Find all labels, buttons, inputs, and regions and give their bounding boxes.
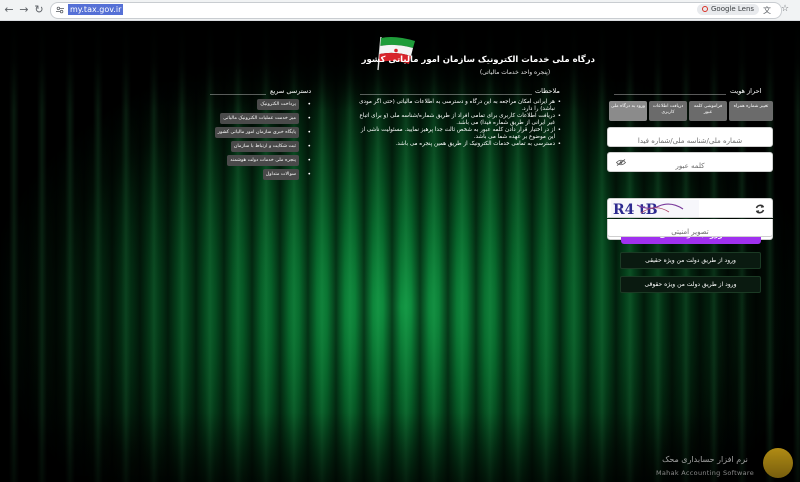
bullet-icon: •: [307, 171, 311, 178]
quick-link-service-desk[interactable]: میز خدمت عملیات الکترونیک مالیاتی: [220, 113, 299, 124]
quick-link-payment[interactable]: پرداخت الکترونیک: [257, 99, 299, 110]
captcha-input-field[interactable]: [607, 219, 773, 241]
back-arrow-icon[interactable]: ←: [2, 3, 16, 17]
reload-icon[interactable]: ↻: [32, 3, 46, 17]
page-background: درگاه ملی خدمات الکترونیک سازمان امور ما…: [0, 21, 800, 482]
quick-access-heading-rule: [210, 94, 266, 95]
tab-get-user-info[interactable]: دریافت اطلاعات کاربری: [649, 101, 687, 121]
login-real-person-button[interactable]: ورود از طریق دولت من ویژه حقیقی: [620, 252, 761, 269]
captcha-input[interactable]: [608, 223, 772, 241]
quick-access-heading: دسترسی سریع: [270, 87, 312, 95]
mahak-logo-icon: [763, 448, 793, 478]
tab-login-national[interactable]: ورود به درگاه ملی: [609, 101, 647, 121]
google-lens-chip[interactable]: Google Lens: [697, 4, 760, 15]
quick-access-item: • پرداخت الکترونیک: [208, 99, 311, 112]
iran-flag-icon: [377, 36, 415, 71]
page-content: درگاه ملی خدمات الکترونیک سازمان امور ما…: [0, 21, 800, 482]
url-text[interactable]: my.tax.gov.ir: [68, 4, 124, 15]
password-field[interactable]: [607, 152, 773, 175]
quick-access-list: • پرداخت الکترونیک • میز خدمت عملیات الکتر…: [208, 99, 311, 183]
password-input[interactable]: [608, 157, 772, 175]
notice-item: دسترسی به تمامی خدمات الکترونیک از طریق …: [356, 141, 561, 148]
username-input[interactable]: [608, 132, 772, 150]
logo-text-en: Mahak Accounting Software: [655, 469, 755, 477]
page-subtitle: (پنجره واحد خدمات مالیاتی): [479, 69, 551, 76]
quick-access-item: • میز خدمت عملیات الکترونیک مالیاتی: [208, 113, 311, 126]
quick-access-item: • پایگاه خبری سازمان امور مالیاتی کشور: [208, 127, 311, 140]
quick-access-item: • سوالات متداول: [208, 169, 311, 182]
lens-icon: [702, 6, 708, 12]
bullet-icon: •: [307, 157, 311, 164]
quick-link-smart-gov[interactable]: پنجره ملی خدمات دولت هوشمند: [227, 155, 299, 166]
page-title: درگاه ملی خدمات الکترونیک سازمان امور ما…: [361, 55, 595, 65]
forward-arrow-icon[interactable]: →: [17, 3, 31, 17]
quick-link-news[interactable]: پایگاه خبری سازمان امور مالیاتی کشور: [214, 127, 299, 138]
notice-item: هر ایرانی امکان مراجعه به این درگاه و دس…: [356, 99, 561, 113]
bullet-icon: •: [307, 143, 311, 150]
address-bar[interactable]: my.tax.gov.ir Google Lens 文 ☆: [50, 2, 789, 19]
quick-access-item: • ثبت شکایت و ارتباط با سازمان: [208, 141, 311, 154]
captcha-image: R4 tB: [611, 200, 699, 217]
notice-item: از در اختیار قرار دادن کلمه عبور به شخص …: [356, 127, 561, 141]
login-legal-person-button[interactable]: ورود از طریق دولت من ویژه حقوقی: [620, 276, 761, 293]
bullet-icon: •: [307, 129, 311, 136]
username-field[interactable]: [607, 127, 773, 150]
bullet-icon: •: [307, 115, 311, 122]
notices-list: هر ایرانی امکان مراجعه به این درگاه و دس…: [356, 99, 569, 148]
captcha-area: R4 tB: [607, 198, 773, 218]
bookmark-star-icon[interactable]: ☆: [781, 4, 789, 14]
notices-heading: ملاحظات: [535, 87, 560, 95]
tab-change-phone[interactable]: تغییر شماره همراه: [729, 101, 773, 121]
quick-link-complaint[interactable]: ثبت شکایت و ارتباط با سازمان: [230, 141, 299, 152]
logo-text-fa: نرم افزار حسابداری محک: [662, 455, 748, 464]
notice-item: دریافت اطلاعات کاربری برای تمامی افراد ا…: [356, 113, 561, 127]
captcha-text: R4 tB: [613, 202, 658, 217]
refresh-captcha-icon[interactable]: [754, 203, 766, 215]
auth-heading: احراز هویت: [730, 87, 762, 95]
eye-toggle-icon[interactable]: [616, 159, 626, 166]
bullet-icon: •: [307, 101, 311, 108]
translate-icon[interactable]: 文: [763, 5, 771, 16]
tab-forgot-password[interactable]: فراموشی کلمه عبور: [689, 101, 727, 121]
browser-toolbar: ← → ↻ my.tax.gov.ir Google Lens 文 ☆: [0, 0, 800, 21]
auth-heading-rule: [614, 94, 726, 95]
quick-link-faq[interactable]: سوالات متداول: [262, 169, 299, 180]
notices-heading-rule: [360, 94, 532, 95]
google-lens-label: Google Lens: [711, 5, 755, 13]
quick-access-item: • پنجره ملی خدمات دولت هوشمند: [208, 155, 311, 168]
site-info-icon[interactable]: [56, 6, 64, 14]
